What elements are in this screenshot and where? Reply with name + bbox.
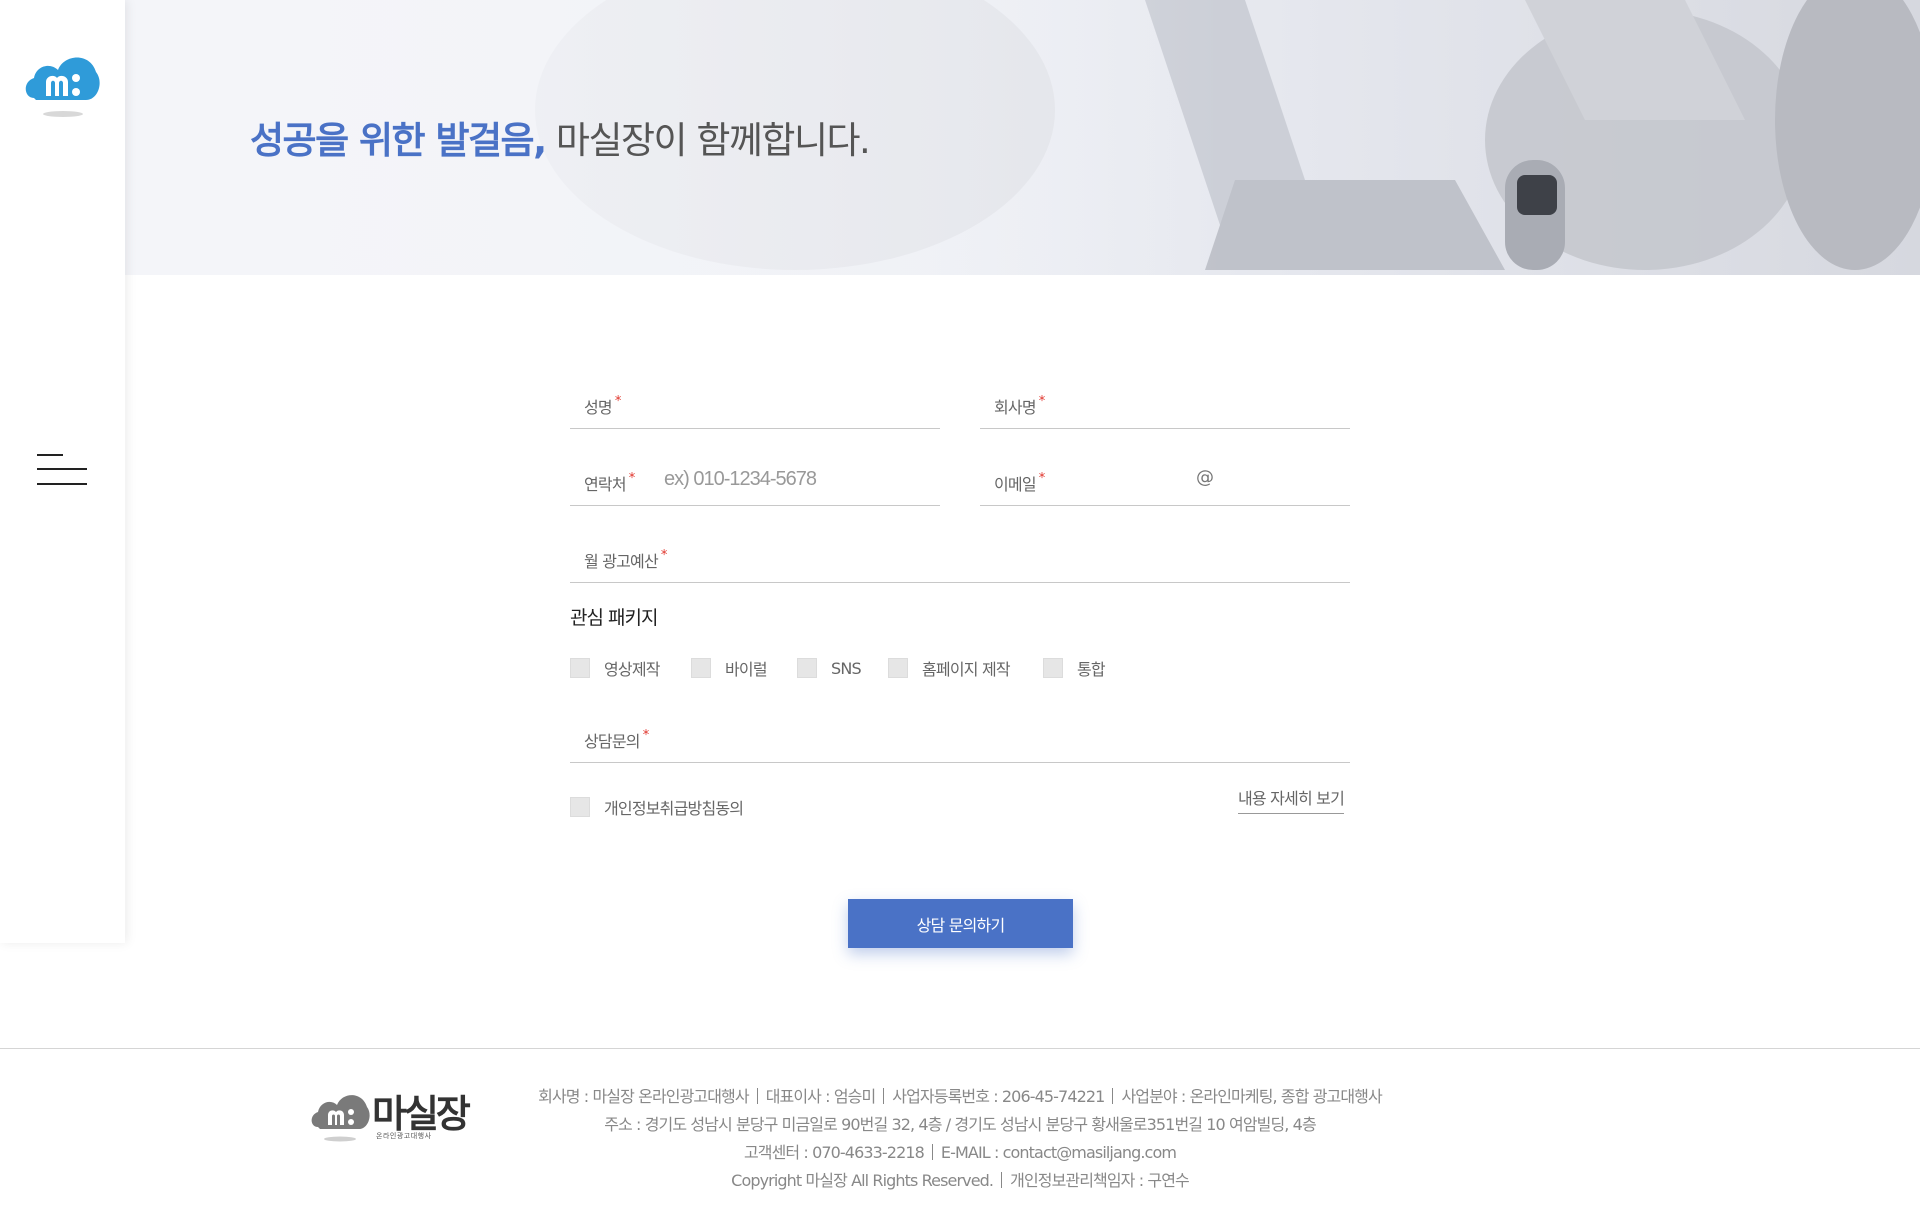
checkbox[interactable]: [1043, 658, 1063, 678]
footer-privacy-officer: 개인정보관리책임자 : 구연수: [1010, 1171, 1190, 1190]
company-label: 회사명 *: [994, 394, 1045, 417]
package-label: 바이럴: [725, 660, 768, 679]
footer-row-3: 고객센터 : 070-4633-2218 E-MAIL : contact@mas…: [500, 1139, 1420, 1167]
phone-input[interactable]: [662, 461, 936, 497]
phone-field[interactable]: 연락처 *: [570, 443, 940, 506]
checkbox[interactable]: [570, 797, 590, 817]
masiljang-logo-icon[interactable]: [24, 48, 102, 120]
inquiry-field[interactable]: 상담문의 *: [570, 700, 1350, 763]
hero-title-rest: 마실장이 함께합니다.: [545, 119, 871, 162]
budget-field[interactable]: 월 광고예산 *: [570, 520, 1350, 583]
package-label: 영상제작: [604, 660, 660, 679]
package-sns[interactable]: SNS: [797, 655, 862, 681]
package-title: 관심 패키지: [570, 607, 658, 629]
sidebar: [0, 0, 125, 943]
footer-address: 주소 : 경기도 성남시 분당구 미금일로 90번길 32, 4층 / 경기도 …: [604, 1115, 1316, 1134]
package-label: 홈페이지 제작: [922, 660, 1011, 679]
name-input[interactable]: [680, 388, 934, 420]
email-label: 이메일 *: [994, 471, 1045, 494]
privacy-agree[interactable]: 개인정보취급방침동의: [570, 794, 744, 820]
email-id-input[interactable]: [1060, 461, 1174, 497]
footer-logo-text: 마실장: [372, 1092, 471, 1136]
checkbox[interactable]: [691, 658, 711, 678]
hero-banner: 성공을 위한 발걸음, 마실장이 함께합니다.: [125, 0, 1920, 275]
package-label: SNS: [831, 658, 862, 678]
submit-button[interactable]: 상담 문의하기: [848, 899, 1073, 948]
footer-copyright: Copyright 마실장 All Rights Reserved.: [731, 1171, 994, 1190]
footer-phone: 고객센터 : 070-4633-2218: [743, 1143, 925, 1162]
hero-title: 성공을 위한 발걸음, 마실장이 함께합니다.: [250, 110, 871, 164]
checkbox[interactable]: [570, 658, 590, 678]
package-video[interactable]: 영상제작: [570, 655, 660, 681]
footer-business-field: 사업분야 : 온라인마케팅, 종합 광고대행사: [1121, 1087, 1382, 1106]
footer-row-4: Copyright 마실장 All Rights Reserved. 개인정보관리…: [500, 1167, 1420, 1195]
footer-logo-subtext: 온라인광고대행사: [376, 1132, 432, 1140]
budget-label: 월 광고예산 *: [584, 548, 667, 571]
name-label: 성명 *: [584, 394, 621, 417]
company-input[interactable]: [1090, 388, 1344, 420]
hero-title-highlight: 성공을 위한 발걸음,: [250, 119, 547, 162]
privacy-label: 개인정보취급방침동의: [604, 799, 744, 818]
footer-divider: [0, 1048, 1920, 1049]
privacy-detail-link[interactable]: 내용 자세히 보기: [1238, 785, 1345, 814]
phone-label: 연락처 *: [584, 471, 635, 494]
footer-row-1: 회사명 : 마실장 온라인광고대행사 대표이사 : 엄승미 사업자등록번호 : 20…: [500, 1083, 1420, 1111]
footer-ceo: 대표이사 : 엄승미: [765, 1087, 877, 1106]
email-domain-input[interactable]: [1218, 461, 1347, 497]
package-viral[interactable]: 바이럴: [691, 655, 768, 681]
email-field[interactable]: 이메일 * @: [980, 443, 1350, 506]
checkbox[interactable]: [797, 658, 817, 678]
footer-business-number: 사업자등록번호 : 206-45-74221: [892, 1087, 1105, 1106]
footer-info: 회사명 : 마실장 온라인광고대행사 대표이사 : 엄승미 사업자등록번호 : 20…: [500, 1083, 1420, 1195]
package-homepage[interactable]: 홈페이지 제작: [888, 655, 1011, 681]
hamburger-menu-icon[interactable]: [37, 452, 89, 490]
footer-email: E-MAIL : contact@masiljang.com: [940, 1143, 1177, 1162]
checkbox[interactable]: [888, 658, 908, 678]
footer-logo-icon: [311, 1095, 370, 1142]
email-at-sign: @: [1196, 467, 1214, 488]
footer-logo: 마실장 온라인광고대행사: [310, 1083, 475, 1143]
inquiry-input[interactable]: [680, 718, 1344, 754]
company-field[interactable]: 회사명 *: [980, 366, 1350, 429]
budget-input[interactable]: [700, 538, 1344, 574]
footer-company: 회사명 : 마실장 온라인광고대행사: [538, 1087, 749, 1106]
inquiry-label: 상담문의 *: [584, 728, 649, 751]
package-label: 통합: [1077, 660, 1106, 679]
name-field[interactable]: 성명 *: [570, 366, 940, 429]
package-integrated[interactable]: 통합: [1043, 655, 1106, 681]
